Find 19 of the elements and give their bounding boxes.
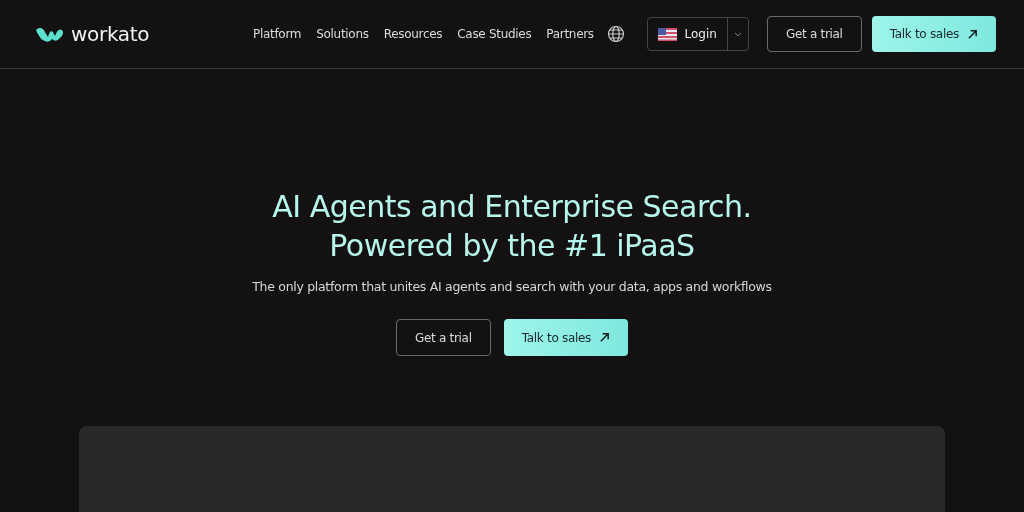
talk-to-sales-button[interactable]: Talk to sales <box>871 16 996 52</box>
nav-link[interactable]: Partners <box>546 27 594 41</box>
hero-headline: AI Agents and Enterprise Search. Powered by the #1 iPaaS <box>272 188 752 265</box>
get-a-trial-button[interactable]: Get a trial <box>766 16 862 52</box>
caret-icon <box>733 31 742 37</box>
nav-link[interactable]: Case Studies <box>457 27 532 41</box>
nav-link[interactable]: Platform <box>253 27 302 41</box>
flag-icon <box>657 27 677 41</box>
arrow-icon <box>967 28 978 40</box>
nav-link[interactable]: Resources <box>383 27 443 41</box>
arrow-icon <box>599 332 611 343</box>
login-button[interactable]: Login <box>646 17 749 51</box>
globe-icon[interactable] <box>606 25 625 43</box>
get-a-trial-button[interactable]: Get a trial <box>395 319 491 356</box>
nav-link[interactable]: Solutions <box>316 27 369 41</box>
talk-to-sales-button[interactable]: Talk to sales <box>503 319 629 356</box>
logo-text: workato <box>71 22 150 46</box>
hero-subtitle: The only platform that unites AI agents and search with your data, apps and workflows <box>252 279 772 294</box>
logo[interactable]: workato <box>34 22 253 46</box>
